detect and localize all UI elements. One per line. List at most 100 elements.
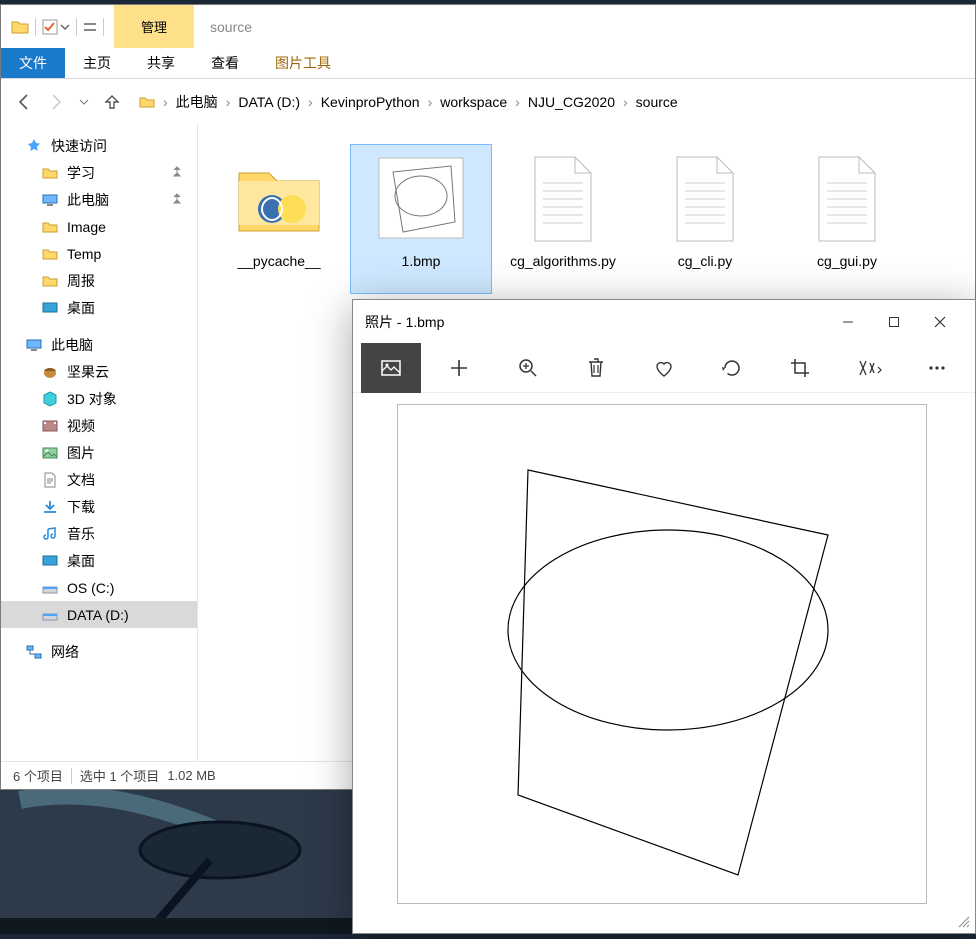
folder-icon: [41, 272, 59, 290]
breadcrumb-item[interactable]: KevinproPython: [315, 94, 426, 110]
download-icon: [41, 498, 59, 516]
resize-grip[interactable]: [957, 915, 971, 929]
separator: [35, 18, 36, 36]
chevron-right-icon[interactable]: ›: [426, 94, 435, 110]
sidebar-item-pc[interactable]: 桌面: [1, 547, 197, 574]
sidebar-item-pc[interactable]: 文档: [1, 466, 197, 493]
star-icon: [25, 137, 43, 155]
explorer-titlebar: 管理 source: [1, 5, 975, 48]
chevron-right-icon[interactable]: ›: [306, 94, 315, 110]
sidebar-label: 3D 对象: [67, 389, 117, 409]
chevron-right-icon[interactable]: ›: [621, 94, 630, 110]
status-size: 1.02 MB: [167, 768, 215, 783]
chevron-right-icon[interactable]: ›: [224, 94, 233, 110]
nut-icon: [41, 363, 59, 381]
sidebar-label: OS (C:): [67, 580, 114, 596]
back-button[interactable]: [13, 91, 35, 113]
image-thumbnail: [373, 151, 469, 247]
chevron-right-icon[interactable]: ›: [513, 94, 522, 110]
more-button[interactable]: [907, 343, 967, 393]
sidebar-item-pc[interactable]: 下载: [1, 493, 197, 520]
sidebar-item-pc[interactable]: 坚果云: [1, 358, 197, 385]
sidebar-item-quick[interactable]: 周报: [1, 267, 197, 294]
breadcrumb-item[interactable]: DATA (D:): [232, 94, 306, 110]
sidebar-label: 视频: [67, 416, 95, 436]
photos-titlebar[interactable]: 照片 - 1.bmp: [353, 300, 975, 343]
sidebar-label: Image: [67, 219, 106, 235]
this-pc-group: 此电脑 坚果云 3D 对象 视频 图片 文档 下载 音乐 桌面 OS (C:) …: [1, 331, 197, 628]
view-all-button[interactable]: [361, 343, 421, 393]
file-item-python[interactable]: cg_gui.py: [776, 144, 918, 294]
sidebar-item-quick[interactable]: Image: [1, 213, 197, 240]
close-button[interactable]: [917, 300, 963, 343]
zoom-button[interactable]: [498, 343, 558, 393]
desktop-icon: [41, 299, 59, 317]
breadcrumb[interactable]: › 此电脑 › DATA (D:) › KevinproPython › wor…: [133, 87, 963, 117]
separator: [71, 768, 72, 784]
sidebar-label: 快速访问: [51, 136, 107, 156]
file-item-folder[interactable]: __pycache__: [208, 144, 350, 294]
file-item-image[interactable]: 1.bmp: [350, 144, 492, 294]
sidebar-label: 桌面: [67, 298, 95, 318]
chevron-right-icon[interactable]: ›: [161, 94, 170, 110]
ribbon-tab-home[interactable]: 主页: [65, 48, 129, 78]
network-group: 网络: [1, 638, 197, 665]
file-name: cg_gui.py: [817, 253, 877, 270]
sidebar-item-this-pc[interactable]: 此电脑: [1, 331, 197, 358]
crop-button[interactable]: [770, 343, 830, 393]
ribbon-tab-view[interactable]: 查看: [193, 48, 257, 78]
sidebar-item-pc[interactable]: DATA (D:): [1, 601, 197, 628]
up-button[interactable]: [101, 91, 123, 113]
manage-label: 管理: [141, 17, 167, 36]
history-dropdown[interactable]: [77, 97, 91, 107]
forward-button[interactable]: [45, 91, 67, 113]
sidebar-item-quick[interactable]: 学习: [1, 159, 197, 186]
sidebar-item-pc[interactable]: OS (C:): [1, 574, 197, 601]
checkbox-icon[interactable]: [42, 19, 58, 35]
maximize-button[interactable]: [871, 300, 917, 343]
add-button[interactable]: [429, 343, 489, 393]
delete-button[interactable]: [566, 343, 626, 393]
separator: [103, 18, 104, 36]
sidebar-item-pc[interactable]: 图片: [1, 439, 197, 466]
file-name: __pycache__: [237, 253, 320, 270]
sidebar-item-quick[interactable]: 此电脑: [1, 186, 197, 213]
breadcrumb-item[interactable]: source: [630, 94, 684, 110]
contextual-tab-manage[interactable]: 管理: [114, 5, 194, 48]
breadcrumb-item[interactable]: workspace: [434, 94, 513, 110]
breadcrumb-item[interactable]: 此电脑: [170, 92, 224, 112]
favorite-button[interactable]: [634, 343, 694, 393]
sidebar-item-pc[interactable]: 3D 对象: [1, 385, 197, 412]
breadcrumb-item[interactable]: NJU_CG2020: [522, 94, 621, 110]
minimize-button[interactable]: [825, 300, 871, 343]
pin-icon: [171, 165, 185, 179]
ribbon-tab-share[interactable]: 共享: [129, 48, 193, 78]
sidebar-item-quick[interactable]: 桌面: [1, 294, 197, 321]
sidebar-label: 桌面: [67, 551, 95, 571]
sidebar-item-pc[interactable]: 音乐: [1, 520, 197, 547]
edit-button[interactable]: [839, 343, 899, 393]
pictures-icon: [41, 444, 59, 462]
photo-canvas[interactable]: [397, 404, 927, 904]
file-item-python[interactable]: cg_algorithms.py: [492, 144, 634, 294]
rotate-button[interactable]: [702, 343, 762, 393]
ribbon-tabs: 文件 主页 共享 查看 图片工具: [1, 48, 975, 79]
file-item-python[interactable]: cg_cli.py: [634, 144, 776, 294]
folder-icon: [41, 245, 59, 263]
sidebar-item-network[interactable]: 网络: [1, 638, 197, 665]
sidebar-label: 此电脑: [51, 335, 93, 355]
pc-icon: [41, 191, 59, 209]
ribbon-tab-image-tools[interactable]: 图片工具: [257, 48, 349, 78]
overflow-icon[interactable]: [83, 20, 97, 34]
drive-icon: [41, 579, 59, 597]
folder-icon: [41, 164, 59, 182]
dropdown-icon[interactable]: [60, 20, 70, 34]
ribbon-tab-file[interactable]: 文件: [1, 48, 65, 78]
photos-window: 照片 - 1.bmp: [352, 299, 976, 934]
status-selection: 选中 1 个项目: [80, 766, 159, 785]
separator: [76, 18, 77, 36]
sidebar-item-pc[interactable]: 视频: [1, 412, 197, 439]
sidebar-item-quick[interactable]: Temp: [1, 240, 197, 267]
sidebar-item-quick-access[interactable]: 快速访问: [1, 132, 197, 159]
sidebar-label: 坚果云: [67, 362, 109, 382]
